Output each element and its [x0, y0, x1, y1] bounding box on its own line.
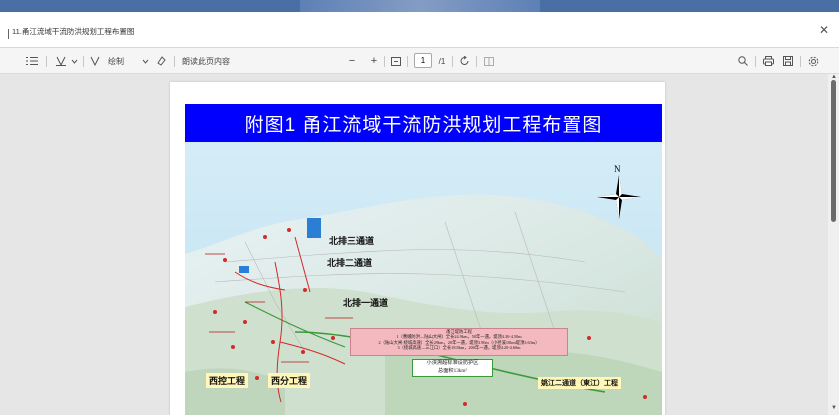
rotate-icon[interactable] — [458, 48, 472, 74]
settings-gear-icon[interactable] — [806, 48, 820, 74]
background-window-strip — [0, 0, 839, 12]
eraser-icon[interactable] — [154, 48, 168, 74]
highlight-icon[interactable] — [54, 48, 68, 74]
label-north-channel-2: 北排二通道 — [327, 258, 373, 268]
label-north-channel-1: 北排一通道 — [343, 298, 389, 308]
scroll-down-arrow-icon[interactable]: ▼ — [831, 405, 837, 411]
window-title: 11.甬江流域干流防洪规划工程布置图 — [12, 27, 135, 36]
protection-zone-title: 小浃溯超标准设防护区 — [426, 360, 479, 366]
close-icon[interactable]: ✕ — [819, 23, 829, 37]
page-view-icon[interactable] — [482, 48, 496, 74]
draw-pen-icon[interactable] — [89, 48, 101, 74]
contents-icon[interactable] — [24, 48, 40, 74]
compass-rose-icon — [597, 175, 641, 219]
print-icon[interactable] — [761, 48, 775, 74]
draw-dropdown-chevron-icon[interactable] — [140, 48, 150, 74]
page-number-input[interactable] — [414, 53, 432, 68]
map-heading-banner: 附图1 甬江流域干流防洪规划工程布置图 — [185, 104, 662, 142]
title-divider — [8, 29, 9, 39]
viewer-titlebar: 11.甬江流域干流防洪规划工程布置图 ✕ — [0, 12, 839, 48]
highlight-dropdown-chevron-icon[interactable] — [69, 48, 79, 74]
fit-page-icon[interactable] — [389, 48, 403, 74]
protection-zone-area: 总面积13km² — [438, 367, 467, 374]
label-north-channel-3: 北排三通道 — [329, 236, 375, 246]
zoom-out-icon[interactable]: − — [346, 48, 358, 74]
embankment-info-box: 甬江堤防工程 1（曹娥防洪—陆山大闸）全长24.9km，50年一遇，堤顶4.30… — [350, 328, 568, 356]
zoom-in-icon[interactable]: + — [368, 48, 380, 74]
pdf-toolbar: 绘制 朗读此页内容 − + /1 — [0, 48, 839, 74]
label-yaojiang-channel-2: 姚江二通道（東江）工程 — [538, 377, 621, 389]
north-label: N — [614, 164, 621, 174]
save-icon[interactable] — [781, 48, 795, 74]
draw-button-label[interactable]: 绘制 — [104, 48, 128, 74]
label-xikong-works: 西控工程 — [206, 373, 249, 388]
vertical-scrollbar[interactable]: ▲ ▼ — [828, 74, 839, 415]
search-icon[interactable] — [736, 48, 750, 74]
info-box-line-3: 3（绕城高速—三江口）全长18.8km，200年一遇，堤顶4.20-4.60m — [397, 345, 521, 351]
protection-zone-box: 小浃溯超标准设防护区 总面积13km² — [412, 359, 493, 377]
total-pages: /1 — [438, 56, 446, 66]
scrollbar-thumb[interactable] — [831, 80, 836, 222]
label-xifen-works: 西分工程 — [268, 373, 311, 388]
read-aloud-button[interactable]: 朗读此页内容 — [182, 48, 262, 74]
